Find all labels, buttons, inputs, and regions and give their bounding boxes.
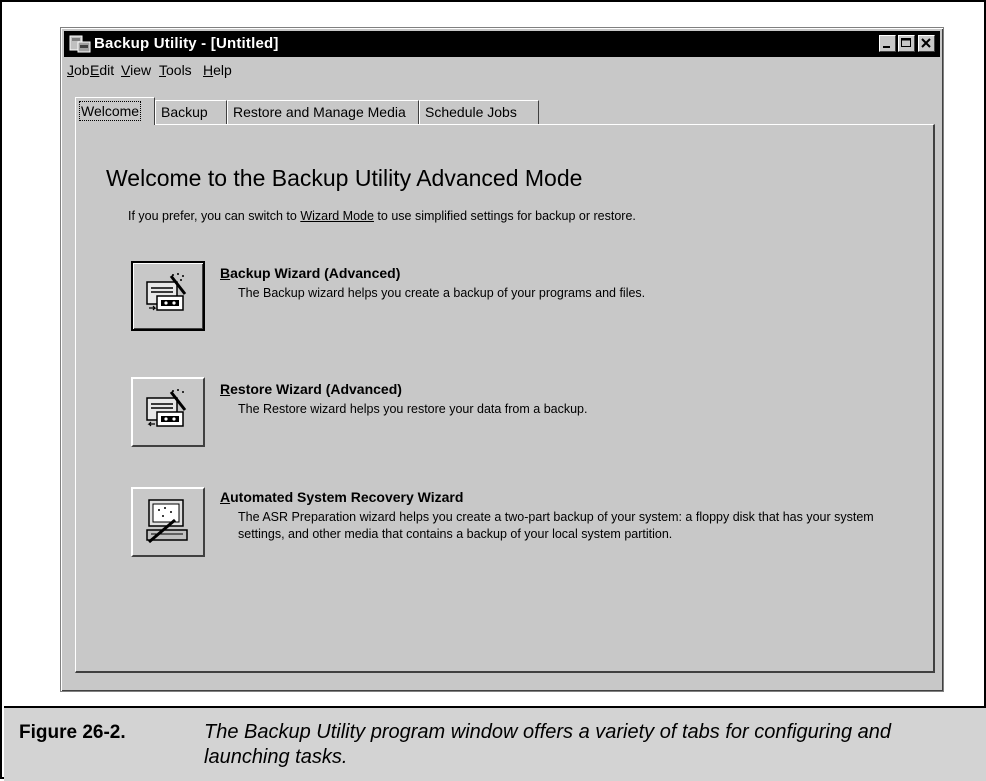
- tab-schedule-jobs[interactable]: Schedule Jobs: [419, 100, 539, 124]
- menu-bar: Job Edit View Tools Help: [64, 58, 940, 82]
- wizard-mode-link[interactable]: Wizard Mode: [300, 209, 374, 223]
- asr-wizard-button[interactable]: [131, 487, 205, 557]
- asr-wizard-title[interactable]: Automated System Recovery Wizard: [220, 489, 463, 505]
- figure-caption: Figure 26-2. The Backup Utility program …: [4, 706, 986, 781]
- menu-tools[interactable]: Tools: [159, 62, 192, 78]
- welcome-tab-panel: Welcome to the Backup Utility Advanced M…: [75, 124, 935, 673]
- intro-text: If you prefer, you can switch to Wizard …: [128, 209, 636, 223]
- close-button[interactable]: [918, 35, 935, 52]
- backup-wizard-description: The Backup wizard helps you create a bac…: [238, 286, 646, 300]
- minimize-icon: [883, 46, 890, 48]
- menu-help[interactable]: Help: [203, 62, 232, 78]
- restore-wizard-title[interactable]: Restore Wizard (Advanced): [220, 381, 402, 397]
- backup-wizard-button[interactable]: [131, 261, 205, 331]
- asr-wizard-icon: [146, 499, 188, 544]
- backup-utility-window: Backup Utility - [Untitled] Job Edit Vie…: [60, 27, 944, 692]
- welcome-heading: Welcome to the Backup Utility Advanced M…: [106, 165, 583, 191]
- menu-job[interactable]: Job: [67, 62, 90, 78]
- restore-wizard-icon: [146, 389, 187, 427]
- title-bar[interactable]: Backup Utility - [Untitled]: [64, 31, 940, 57]
- figure-frame: Backup Utility - [Untitled] Job Edit Vie…: [0, 0, 986, 781]
- window-title: Backup Utility - [Untitled]: [94, 35, 279, 52]
- tab-backup[interactable]: Backup: [155, 100, 227, 124]
- figure-caption-label: Figure 26-2.: [19, 722, 126, 743]
- tab-welcome[interactable]: Welcome: [75, 97, 155, 125]
- figure-caption-text: The Backup Utility program window offers…: [204, 721, 891, 768]
- maximize-button[interactable]: [898, 35, 915, 52]
- menu-view[interactable]: View: [121, 62, 151, 78]
- tab-restore-and-manage-media[interactable]: Restore and Manage Media: [227, 100, 419, 124]
- maximize-icon: [901, 38, 911, 47]
- minimize-button[interactable]: [879, 35, 896, 52]
- backup-wizard-title[interactable]: Backup Wizard (Advanced): [220, 265, 400, 281]
- close-icon: [921, 38, 931, 48]
- restore-wizard-button[interactable]: [131, 377, 205, 447]
- tab-strip: Welcome Backup Restore and Manage Media …: [75, 97, 935, 125]
- restore-wizard-description: The Restore wizard helps you restore you…: [238, 402, 588, 416]
- asr-wizard-description: The ASR Preparation wizard helps you cre…: [238, 510, 874, 541]
- backup-utility-app-icon[interactable]: [69, 34, 91, 54]
- menu-edit[interactable]: Edit: [90, 62, 114, 78]
- backup-wizard-icon: [146, 273, 187, 311]
